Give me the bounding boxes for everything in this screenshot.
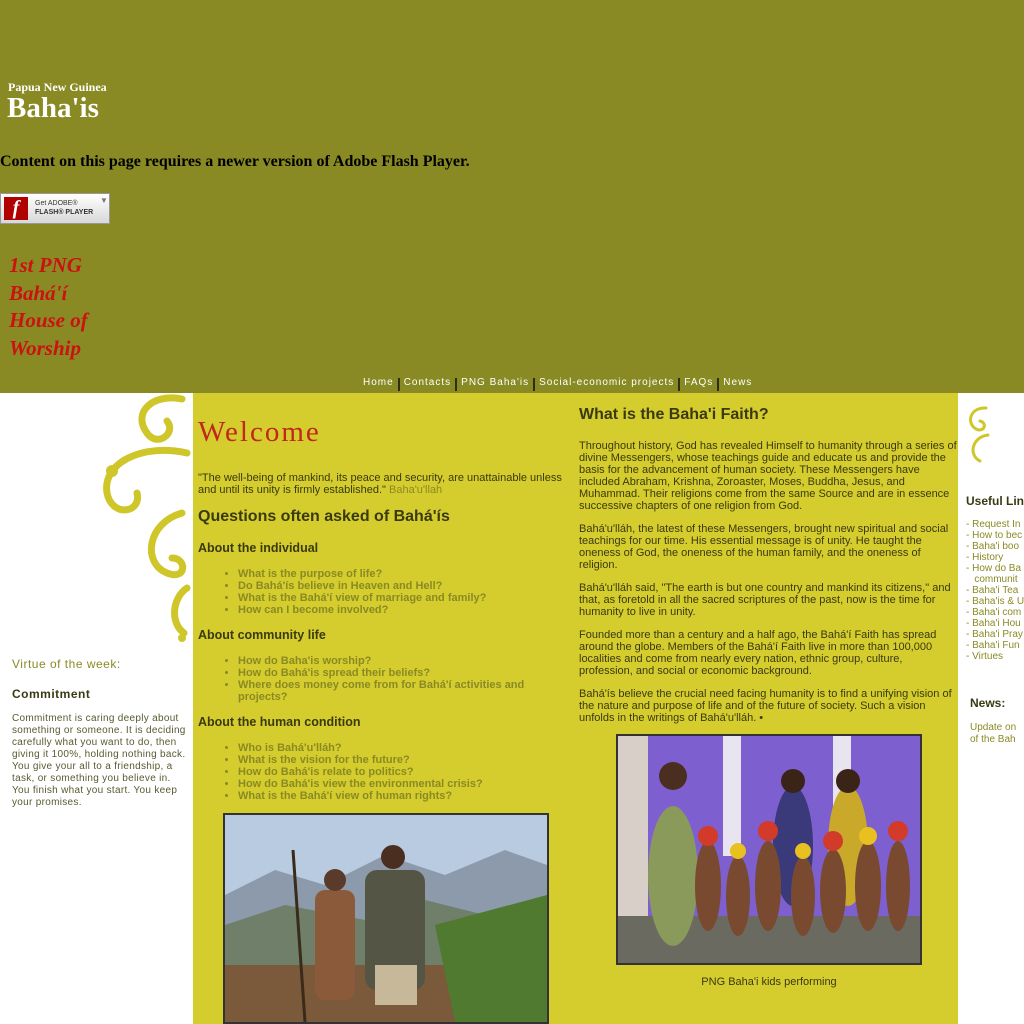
question-link[interactable]: How can I become involved?	[238, 604, 558, 616]
news-heading: News:	[970, 696, 1006, 710]
right-sidebar: Useful Lin - Request In - How to bec - B…	[958, 393, 1024, 1024]
flash-button-line2: FLASH® PLAYER	[35, 209, 94, 216]
get-flash-player-button[interactable]: f Get ADOBE® FLASH® PLAYER ▼	[0, 193, 110, 224]
useful-link[interactable]: - How do Ba	[966, 563, 1024, 574]
useful-link[interactable]: - Baha'i Pray	[966, 629, 1024, 640]
house-title-line: 1st PNG	[9, 253, 82, 277]
faith-heading: What is the Baha'i Faith?	[579, 406, 769, 423]
faith-paragraph: Throughout history, God has revealed Him…	[579, 440, 957, 512]
quote-text: "The well-being of mankind, its peace an…	[198, 472, 562, 496]
virtue-name: Commitment	[12, 687, 91, 701]
photo-caption: PNG Baha'i kids performing	[701, 976, 837, 988]
quote-author-link[interactable]: Baha'u'llah	[389, 484, 442, 496]
section-heading: About the human condition	[198, 715, 361, 729]
section-heading: About community life	[198, 628, 326, 642]
question-link[interactable]: How do Bahá'is spread their beliefs?	[238, 667, 558, 679]
useful-link[interactable]: - History	[966, 552, 1024, 563]
nav-news[interactable]: News	[719, 377, 756, 391]
faith-paragraph: Bahá'u'lláh said, "The earth is but one …	[579, 582, 951, 618]
house-of-worship-link[interactable]: 1st PNG Bahá'í House of Worship	[9, 252, 129, 362]
question-list: How do Baha'is worship? How do Bahá'is s…	[222, 655, 558, 703]
question-link[interactable]: Do Bahá'ís believe in Heaven and Hell?	[238, 580, 558, 592]
question-link[interactable]: Who is Bahá'u'lláh?	[238, 742, 558, 754]
welcome-title: Welcome	[198, 416, 321, 448]
nav-contacts[interactable]: Contacts	[400, 377, 455, 391]
nav-faqs[interactable]: FAQs	[680, 377, 717, 391]
question-link[interactable]: What is the Bahá'í view of human rights?	[238, 790, 558, 802]
kids-performing-photo	[616, 734, 922, 965]
question-list: Who is Bahá'u'lláh? What is the vision f…	[222, 742, 558, 802]
question-link[interactable]: What is the purpose of life?	[238, 568, 558, 580]
question-link[interactable]: What is the vision for the future?	[238, 754, 558, 766]
virtue-label: Virtue of the week:	[12, 657, 121, 671]
useful-link[interactable]: - Baha'i com	[966, 607, 1024, 618]
useful-link[interactable]: - Baha'i Tea	[966, 585, 1024, 596]
site-logo[interactable]: Baha'is	[7, 92, 99, 125]
useful-links-heading: Useful Lin	[966, 494, 1024, 508]
faith-paragraph: Founded more than a century and a half a…	[579, 629, 937, 677]
useful-link[interactable]: - Baha'is & U	[966, 596, 1024, 607]
download-arrow-icon: ▼	[100, 196, 108, 205]
useful-link[interactable]: - Baha'i Fun	[966, 640, 1024, 651]
nav-home[interactable]: Home	[359, 377, 398, 391]
nav-social-economic-projects[interactable]: Social-economic projects	[535, 377, 678, 391]
useful-link[interactable]: - How to bec	[966, 530, 1024, 541]
mountain-photo-image	[225, 815, 547, 1022]
useful-link[interactable]: - Virtues	[966, 651, 1024, 662]
useful-link[interactable]: - Baha'i Hou	[966, 618, 1024, 629]
useful-link[interactable]: - Baha'i boo	[966, 541, 1024, 552]
main-nav: Home Contacts PNG Baha'is Social-economi…	[359, 377, 756, 391]
section-heading: About the individual	[198, 541, 319, 555]
quote: "The well-being of mankind, its peace an…	[198, 472, 568, 496]
news-link[interactable]: Update on of the Bah	[970, 722, 1016, 746]
house-title-line: House of	[9, 308, 88, 332]
nav-png-bahais[interactable]: PNG Baha'is	[457, 377, 533, 391]
question-link[interactable]: How do Baha'is worship?	[238, 655, 558, 667]
kids-photo-image	[618, 736, 920, 963]
useful-link[interactable]: - Request In	[966, 519, 1024, 530]
question-list: What is the purpose of life? Do Bahá'ís …	[222, 568, 558, 616]
flash-logo-icon: f	[4, 197, 28, 220]
question-link[interactable]: Where does money come from for Bahá'í ac…	[238, 679, 558, 703]
virtue-description: Commitment is caring deeply about someth…	[12, 713, 186, 808]
house-title-line: Worship	[9, 335, 81, 360]
faith-paragraph: Bahá'ís believe the crucial need facing …	[579, 688, 952, 724]
flash-button-line1: Get ADOBE®	[35, 200, 78, 207]
news-line: of the Bah	[970, 734, 1016, 745]
swirl-ornament-small-icon	[969, 406, 990, 463]
mountain-photo	[223, 813, 549, 1024]
site-header: Papua New Guinea Baha'is Content on this…	[0, 0, 1024, 393]
house-title-line: Bahá'í	[9, 280, 68, 305]
flash-warning: Content on this page requires a newer ve…	[0, 153, 470, 170]
left-sidebar	[0, 393, 193, 1024]
useful-link[interactable]: communit	[966, 574, 1024, 585]
question-link[interactable]: How do Bahá'is view the environmental cr…	[238, 778, 558, 790]
swirl-ornament-icon	[103, 394, 191, 642]
useful-links-list: - Request In - How to bec - Baha'i boo -…	[966, 519, 1024, 662]
news-line: Update on	[970, 722, 1017, 733]
faith-paragraph: Bahá'u'lláh, the latest of these Messeng…	[579, 523, 949, 571]
questions-heading: Questions often asked of Bahá'ís	[198, 508, 450, 525]
question-link[interactable]: How do Bahá'is relate to politics?	[238, 766, 558, 778]
question-link[interactable]: What is the Bahá'í view of marriage and …	[238, 592, 558, 604]
